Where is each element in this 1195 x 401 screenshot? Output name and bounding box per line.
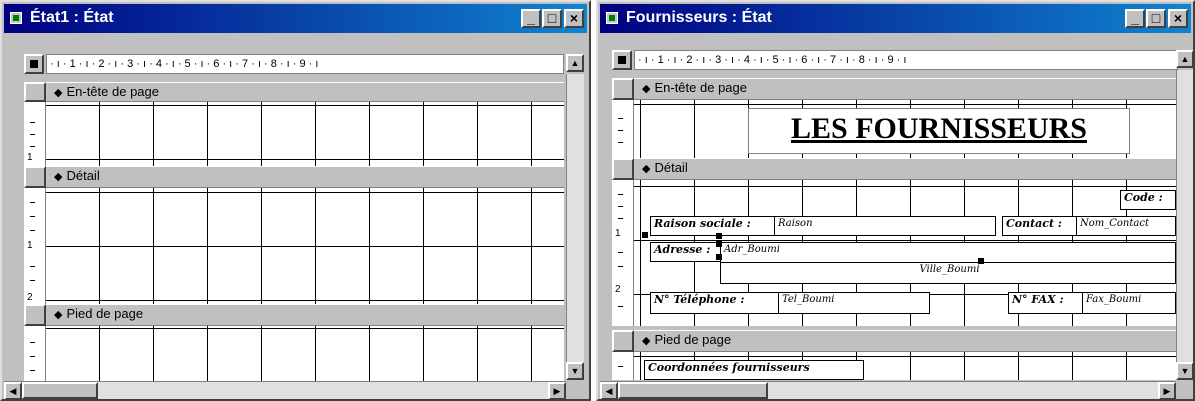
adresse-label[interactable]: Adresse :: [650, 242, 722, 262]
section-header-label: En-tête de page: [654, 80, 747, 95]
title-bar[interactable]: État1 : État _ □ ×: [4, 4, 587, 33]
maximize-button[interactable]: □: [1146, 9, 1166, 28]
fax-label[interactable]: N° FAX :: [1008, 292, 1084, 314]
raison-field[interactable]: Raison: [774, 216, 996, 236]
vertical-ruler-detail: 1 2: [612, 180, 634, 326]
raison-sociale-label[interactable]: Raison sociale :: [650, 216, 776, 236]
section-header-label: En-tête de page: [66, 84, 159, 99]
header-design-grid[interactable]: [46, 102, 564, 166]
minimize-button[interactable]: _: [521, 9, 541, 28]
fax-field[interactable]: Fax_Boumi: [1082, 292, 1176, 314]
section-selector-detail[interactable]: [612, 158, 634, 180]
scroll-down-button[interactable]: ▼: [1176, 362, 1193, 380]
section-selector-header[interactable]: [24, 82, 46, 102]
vertical-ruler-header: [612, 100, 634, 158]
scroll-down-button[interactable]: ▼: [566, 362, 584, 380]
section-arrow-icon: ◆: [54, 87, 63, 99]
title-bar[interactable]: Fournisseurs : État _ □ ×: [600, 4, 1191, 33]
section-selector-footer[interactable]: [24, 304, 46, 326]
vertical-ruler-header: 1: [24, 102, 46, 166]
scroll-up-button[interactable]: ▲: [1176, 50, 1193, 68]
contact-field[interactable]: Nom_Contact: [1076, 216, 1176, 236]
vertical-ruler-footer: [24, 326, 46, 381]
section-detail-label: Détail: [654, 160, 688, 175]
section-header-bar[interactable]: ◆ En-tête de page: [634, 78, 1176, 100]
contact-label[interactable]: Contact :: [1002, 216, 1078, 236]
report-icon: [10, 12, 22, 24]
section-arrow-icon: ◆: [642, 163, 651, 175]
selection-handle[interactable]: [716, 241, 722, 247]
code-label[interactable]: Code :: [1120, 190, 1176, 210]
ville-field[interactable]: Ville_Boumi: [720, 262, 1176, 284]
scroll-up-button[interactable]: ▲: [566, 54, 584, 72]
selection-handle[interactable]: [642, 232, 648, 238]
telephone-label[interactable]: N° Téléphone :: [650, 292, 780, 314]
selection-handle[interactable]: [716, 254, 722, 260]
section-footer-label: Pied de page: [654, 332, 732, 347]
detail-design-grid[interactable]: [46, 188, 564, 304]
report-title: LES FOURNISSEURS: [791, 112, 1087, 145]
report-window-etat1: État1 : État _ □ × · ı · 1 · ı · 2 · ı ·…: [0, 0, 591, 401]
section-arrow-icon: ◆: [54, 309, 63, 321]
scroll-left-button[interactable]: ◀: [4, 382, 22, 399]
section-header-bar[interactable]: ◆ En-tête de page: [46, 82, 564, 102]
horizontal-ruler: · ı · 1 · ı · 2 · ı · 3 · ı · 4 · ı · 5 …: [46, 54, 564, 74]
section-selector-detail[interactable]: [24, 166, 46, 188]
scroll-left-button[interactable]: ◀: [600, 382, 618, 399]
section-selector-header[interactable]: [612, 78, 634, 100]
maximize-button[interactable]: □: [542, 9, 562, 28]
horizontal-ruler: · ı · 1 · ı · 2 · ı · 3 · ı · 4 · ı · 5 …: [634, 50, 1178, 70]
section-arrow-icon: ◆: [642, 335, 651, 347]
vertical-scrollbar[interactable]: [566, 74, 584, 362]
section-selector-footer[interactable]: [612, 330, 634, 352]
report-title-box[interactable]: LES FOURNISSEURS: [748, 108, 1130, 154]
coordonnees-label[interactable]: Coordonnées fournisseurs: [644, 360, 864, 380]
selection-handle[interactable]: [716, 233, 722, 239]
adresse-field[interactable]: Adr_Boumi: [720, 242, 1176, 262]
section-footer-bar[interactable]: ◆ Pied de page: [634, 330, 1176, 352]
scroll-right-button[interactable]: ▶: [548, 382, 566, 399]
section-detail-label: Détail: [66, 168, 100, 183]
vertical-ruler-detail: 1 2: [24, 188, 46, 304]
section-arrow-icon: ◆: [642, 83, 651, 95]
close-button[interactable]: ×: [564, 9, 584, 28]
selection-handle[interactable]: [978, 258, 984, 264]
section-footer-bar[interactable]: ◆ Pied de page: [46, 304, 564, 326]
scroll-right-button[interactable]: ▶: [1158, 382, 1176, 399]
report-icon: [606, 12, 618, 24]
vertical-ruler-footer: [612, 352, 634, 380]
minimize-button[interactable]: _: [1125, 9, 1145, 28]
close-button[interactable]: ×: [1168, 9, 1188, 28]
telephone-field[interactable]: Tel_Boumi: [778, 292, 930, 314]
section-footer-label: Pied de page: [66, 306, 144, 321]
horizontal-scroll-thumb[interactable]: [22, 382, 98, 399]
horizontal-scroll-thumb[interactable]: [618, 382, 768, 399]
section-arrow-icon: ◆: [54, 171, 63, 183]
section-detail-bar[interactable]: ◆ Détail: [46, 166, 564, 188]
footer-design-grid[interactable]: [46, 326, 564, 381]
section-detail-bar[interactable]: ◆ Détail: [634, 158, 1176, 180]
window-title: État1 : État: [30, 9, 114, 26]
vertical-scrollbar[interactable]: [1176, 70, 1193, 362]
window-title: Fournisseurs : État: [626, 9, 772, 26]
report-selector[interactable]: [24, 54, 44, 74]
horizontal-scrollbar[interactable]: ◀ ▶: [4, 381, 566, 399]
report-window-fournisseurs: Fournisseurs : État _ □ × · ı · 1 · ı · …: [596, 0, 1195, 401]
horizontal-scrollbar[interactable]: ◀ ▶: [600, 381, 1176, 399]
report-selector[interactable]: [612, 50, 632, 70]
